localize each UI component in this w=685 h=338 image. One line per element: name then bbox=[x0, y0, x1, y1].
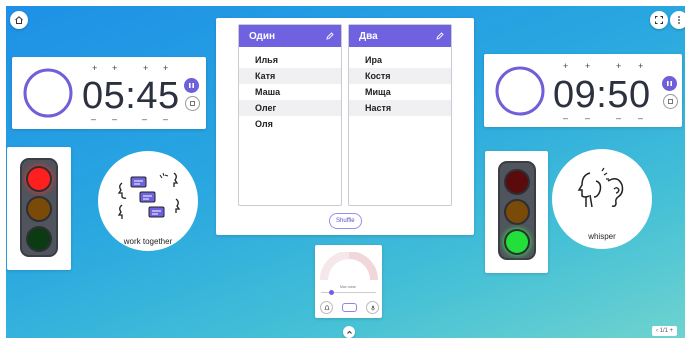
microphone-button[interactable] bbox=[366, 301, 379, 314]
chevron-up-icon bbox=[346, 330, 352, 334]
bell-button[interactable] bbox=[320, 301, 333, 314]
people-talking-icon bbox=[117, 172, 181, 219]
timer-progress-ring bbox=[23, 68, 73, 118]
stop-icon bbox=[190, 101, 195, 106]
add-page-button[interactable]: + bbox=[668, 328, 674, 334]
list-two-title[interactable]: Два bbox=[359, 31, 378, 42]
minutes-ones-minus[interactable]: – bbox=[585, 113, 590, 123]
pause-button[interactable] bbox=[662, 76, 677, 91]
list-item[interactable]: Ира bbox=[349, 52, 451, 68]
stop-icon bbox=[668, 99, 673, 104]
timer-display: 05:45 bbox=[82, 75, 180, 117]
minutes-tens-plus[interactable]: + bbox=[92, 63, 97, 73]
sound-level-widget: Max noise bbox=[315, 245, 382, 318]
minutes-ones-plus[interactable]: + bbox=[585, 61, 590, 71]
noise-gauge bbox=[320, 252, 378, 281]
seconds-tens-minus[interactable]: – bbox=[616, 113, 621, 123]
timer-widget-right: + + + + 09:50 – – – – bbox=[484, 54, 682, 127]
list-item[interactable]: Мища bbox=[349, 84, 451, 100]
group-lists-widget: Один Илья Катя Маша Олег Оля Два Ира Кос… bbox=[216, 18, 474, 235]
red-lamp[interactable] bbox=[504, 169, 530, 195]
edit-icon[interactable] bbox=[436, 32, 444, 40]
list-item[interactable]: Катя bbox=[239, 68, 341, 84]
green-lamp[interactable] bbox=[26, 226, 52, 252]
minutes-tens-plus[interactable]: + bbox=[563, 61, 568, 71]
list-two-header: Два bbox=[349, 25, 451, 47]
bell-icon bbox=[323, 304, 330, 310]
amber-lamp[interactable] bbox=[26, 196, 52, 222]
image-caption: whisper bbox=[588, 232, 616, 241]
max-noise-label: Max noise bbox=[340, 285, 356, 289]
amber-lamp[interactable] bbox=[504, 199, 530, 225]
traffic-light-widget-left bbox=[7, 147, 71, 270]
timer-widget-left: + + + + 05:45 – – – – bbox=[12, 57, 206, 129]
page-indicator: ‹ 1/1 + bbox=[652, 326, 678, 336]
seconds-tens-plus[interactable]: + bbox=[143, 63, 148, 73]
timer-display: 09:50 bbox=[553, 74, 651, 116]
home-icon bbox=[15, 16, 23, 24]
traffic-light bbox=[498, 161, 536, 260]
stop-button[interactable] bbox=[185, 96, 200, 111]
green-lamp[interactable] bbox=[504, 229, 530, 255]
image-caption: work together bbox=[123, 237, 173, 246]
list-item[interactable]: Костя bbox=[349, 68, 451, 84]
whisper-image[interactable]: whisper bbox=[552, 149, 652, 249]
home-button[interactable] bbox=[10, 11, 28, 29]
menu-button[interactable] bbox=[670, 11, 685, 29]
pause-icon bbox=[667, 81, 672, 86]
list-item[interactable]: Оля bbox=[239, 116, 341, 132]
edit-icon[interactable] bbox=[326, 32, 334, 40]
stop-button[interactable] bbox=[663, 94, 678, 109]
noise-mode-toggle[interactable] bbox=[342, 303, 357, 312]
seconds-ones-minus[interactable]: – bbox=[163, 114, 168, 124]
more-vertical-icon bbox=[678, 16, 680, 24]
work-together-image[interactable]: work together bbox=[98, 151, 198, 251]
timer-progress-ring bbox=[495, 66, 545, 116]
list-item[interactable]: Олег bbox=[239, 100, 341, 116]
seconds-ones-plus[interactable]: + bbox=[163, 63, 168, 73]
microphone-icon bbox=[370, 305, 375, 311]
minutes-ones-plus[interactable]: + bbox=[112, 63, 117, 73]
shuffle-button[interactable]: Shuffle bbox=[329, 213, 362, 229]
list-one: Один Илья Катя Маша Олег Оля bbox=[238, 24, 342, 206]
collapse-toolbar-button[interactable] bbox=[343, 326, 355, 338]
fullscreen-icon bbox=[655, 16, 663, 24]
classroom-board: + + + + 05:45 – – – – + + + + 09:50 – – … bbox=[6, 6, 685, 338]
list-one-header: Один bbox=[239, 25, 341, 47]
seconds-ones-minus[interactable]: – bbox=[638, 113, 643, 123]
red-lamp[interactable] bbox=[26, 166, 52, 192]
list-two: Два Ира Костя Мища Настя bbox=[348, 24, 452, 206]
pause-button[interactable] bbox=[184, 78, 199, 93]
list-item[interactable]: Илья bbox=[239, 52, 341, 68]
list-one-title[interactable]: Один bbox=[249, 31, 275, 42]
pause-icon bbox=[189, 83, 194, 88]
seconds-tens-minus[interactable]: – bbox=[142, 114, 147, 124]
page-number: 1/1 bbox=[659, 328, 669, 334]
whisper-icon bbox=[577, 167, 624, 208]
list-item[interactable]: Маша bbox=[239, 84, 341, 100]
seconds-ones-plus[interactable]: + bbox=[638, 61, 643, 71]
fullscreen-button[interactable] bbox=[650, 11, 668, 29]
noise-slider-thumb[interactable] bbox=[329, 290, 334, 295]
seconds-tens-plus[interactable]: + bbox=[616, 61, 621, 71]
traffic-light-widget-right bbox=[485, 151, 548, 273]
minutes-ones-minus[interactable]: – bbox=[112, 114, 117, 124]
traffic-light bbox=[20, 158, 58, 257]
list-item[interactable]: Настя bbox=[349, 100, 451, 116]
minutes-tens-minus[interactable]: – bbox=[91, 114, 96, 124]
minutes-tens-minus[interactable]: – bbox=[563, 113, 568, 123]
